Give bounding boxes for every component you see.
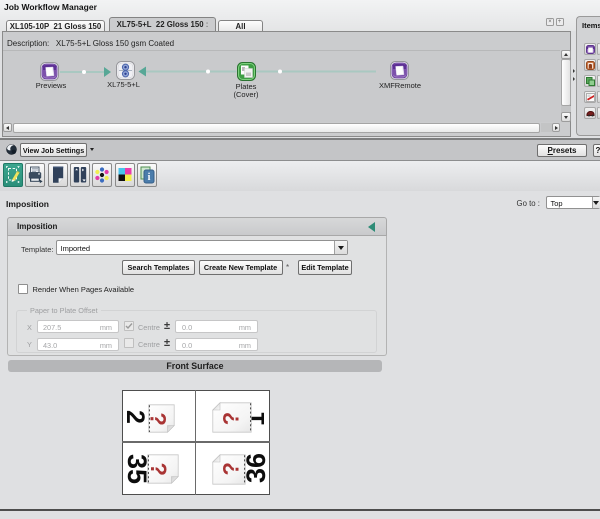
svg-text:?: ? [148,412,170,425]
svg-text:i: i [147,172,150,183]
svg-text:?: ? [147,462,171,475]
svg-text:?: ? [219,462,244,475]
svg-text:?: ? [219,411,244,424]
